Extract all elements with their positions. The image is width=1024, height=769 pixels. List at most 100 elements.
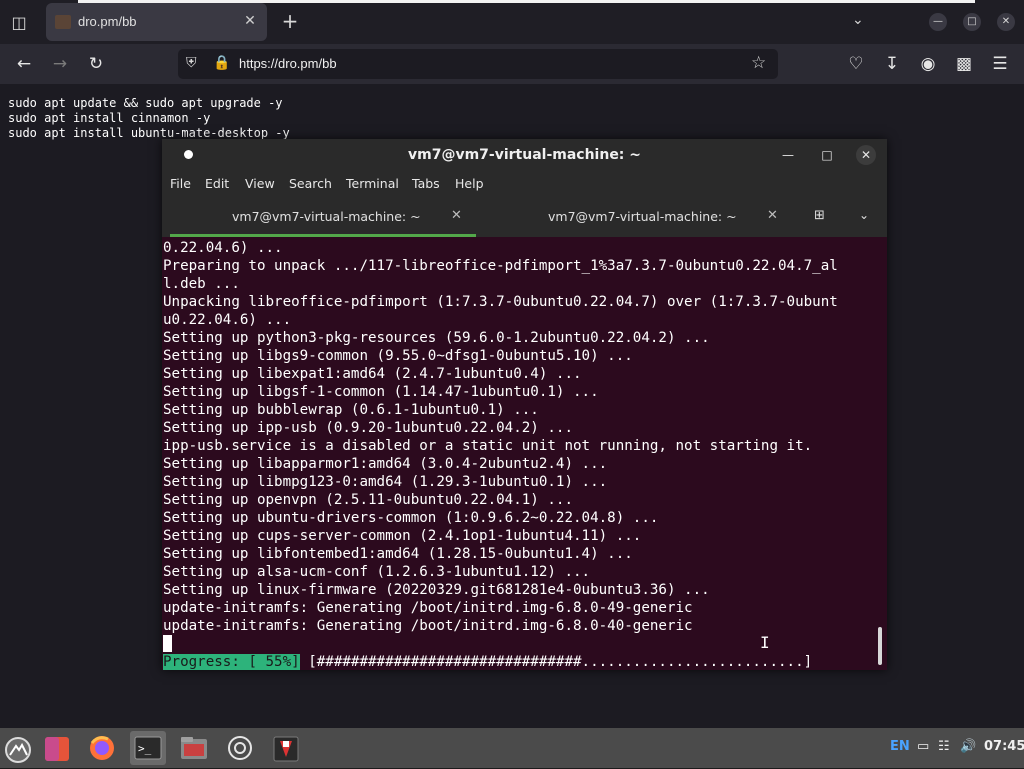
menu-file[interactable]: File — [170, 176, 191, 191]
terminal-icon: >_ — [134, 736, 162, 760]
files-app-button[interactable] — [176, 731, 212, 765]
firefox-icon — [90, 736, 114, 760]
new-tab-plus-icon[interactable]: + — [280, 11, 300, 31]
terminal-line: Setting up libgs9-common (9.55.0~dfsg1-0… — [163, 348, 633, 364]
progress-line: Progress: [ 55%] [######################… — [163, 653, 812, 670]
terminal-line: ipp-usb.service is a disabled or a stati… — [163, 438, 813, 454]
terminal-line: Setting up ubuntu-drivers-common (1:0.9.… — [163, 510, 659, 526]
settings-app-button[interactable] — [222, 731, 258, 765]
menu-tabs[interactable]: Tabs — [412, 176, 440, 191]
forward-arrow-icon[interactable]: → — [49, 54, 71, 74]
menu-icon[interactable]: ☰ — [989, 54, 1011, 74]
terminal-line: update-initramfs: Generating /boot/initr… — [163, 618, 693, 634]
menu-view[interactable]: View — [245, 176, 275, 191]
shield-icon[interactable]: ⛨ — [186, 55, 197, 71]
terminal-line: l.deb ... — [163, 276, 240, 292]
back-arrow-icon[interactable]: ← — [13, 54, 35, 74]
reload-icon[interactable]: ↻ — [85, 54, 107, 74]
files-icon — [181, 737, 207, 759]
command-line: sudo apt update && sudo apt upgrade -y — [8, 96, 283, 110]
terminal-tab-bar: vm7@vm7-virtual-machine: ~ ✕ vm7@vm7-vir… — [162, 197, 887, 237]
terminal-output-area[interactable]: 0.22.04.6) ... Preparing to unpack .../11… — [162, 237, 887, 670]
download-icon[interactable]: ↧ — [881, 54, 903, 74]
terminal-tab-2[interactable]: vm7@vm7-virtual-machine: ~ ✕ — [480, 197, 780, 237]
terminal-window: vm7@vm7-virtual-machine: ~ — □ ✕ File Ed… — [162, 139, 887, 670]
progress-bar: [###############################........… — [299, 654, 813, 670]
terminal-line: update-initramfs: Generating /boot/initr… — [163, 600, 693, 616]
browser-nav-bar: ← → ↻ ⛨ 🔒 https://dro.pm/bb ☆ ♡ ↧ ◉ ▩ ☰ — [0, 44, 1024, 84]
lock-icon[interactable]: 🔒 — [213, 55, 230, 71]
tab-title: dro.pm/bb — [78, 14, 137, 29]
command-list: sudo apt update && sudo apt upgrade -y su… — [8, 96, 290, 141]
terminal-line: Setting up libmpg123-0:amd64 (1.29.3-1ub… — [163, 474, 608, 490]
text-cursor — [163, 635, 172, 652]
extensions-icon[interactable]: ▩ — [953, 54, 975, 74]
maximize-icon[interactable]: □ — [963, 13, 981, 31]
scrollbar-thumb[interactable] — [878, 627, 882, 665]
star-icon[interactable]: ☆ — [751, 53, 766, 73]
menu-terminal[interactable]: Terminal — [346, 176, 399, 191]
start-menu-button[interactable] — [0, 731, 36, 765]
menu-icon — [5, 737, 31, 763]
close-tab-icon[interactable]: ✕ — [767, 208, 778, 223]
terminal-line: 0.22.04.6) ... — [163, 240, 283, 256]
terminal-line: Setting up libapparmor1:amd64 (3.0.4-2ub… — [163, 456, 608, 472]
clock[interactable]: 07:45 — [984, 739, 1024, 754]
chevron-down-icon[interactable]: ⌄ — [852, 12, 864, 28]
mate-icon — [45, 737, 69, 761]
volume-icon[interactable]: 🔊 — [960, 739, 976, 754]
terminal-line: Setting up bubblewrap (0.6.1-1ubuntu0.1)… — [163, 402, 539, 418]
keyboard-layout[interactable]: EN — [890, 739, 910, 754]
tab-list-icon[interactable]: ◫ — [8, 12, 30, 34]
display-icon[interactable]: ▭ — [917, 739, 929, 754]
terminal-menubar: File Edit View Search Terminal Tabs Help — [162, 171, 887, 197]
firefox-button[interactable] — [84, 731, 120, 765]
site-favicon-icon — [55, 15, 71, 29]
terminal-app-button[interactable]: >_ — [130, 731, 166, 765]
chevron-down-icon[interactable]: ⌄ — [859, 208, 869, 222]
progress-label: Progress: [ 55%] — [163, 654, 300, 670]
browser-tab-bar: ◫ dro.pm/bb ✕ + ⌄ — □ ✕ — [0, 0, 1024, 44]
close-icon[interactable]: ✕ — [997, 13, 1015, 31]
terminal-line: Unpacking libreoffice-pdfimport (1:7.3.7… — [163, 294, 838, 310]
settings-icon — [228, 736, 252, 760]
terminal-line: Setting up libgsf-1-common (1.14.47-1ubu… — [163, 384, 599, 400]
editor-icon — [273, 736, 299, 762]
account-icon[interactable]: ◉ — [917, 54, 939, 74]
terminal-tab-label: vm7@vm7-virtual-machine: ~ — [232, 209, 421, 224]
terminal-tab-1[interactable]: vm7@vm7-virtual-machine: ~ ✕ — [162, 197, 480, 237]
terminal-line: Setting up cups-server-common (2.4.1op1-… — [163, 528, 642, 544]
pocket-icon[interactable]: ♡ — [845, 54, 867, 74]
terminal-line: Setting up openvpn (2.5.11-0ubuntu0.22.0… — [163, 492, 573, 508]
ibeam-cursor-icon: I — [760, 633, 770, 652]
terminal-titlebar[interactable]: vm7@vm7-virtual-machine: ~ — □ ✕ — [162, 139, 887, 171]
new-tab-icon[interactable]: ⊞ — [814, 208, 825, 223]
network-icon[interactable]: ☷ — [938, 739, 950, 754]
minimize-icon[interactable]: — — [929, 13, 947, 31]
terminal-tab-label: vm7@vm7-virtual-machine: ~ — [548, 209, 737, 224]
url-bar[interactable]: ⛨ 🔒 https://dro.pm/bb ☆ — [178, 49, 778, 79]
editor-app-button[interactable] — [268, 731, 304, 765]
maximize-icon[interactable]: □ — [817, 145, 837, 165]
terminal-line: Setting up ipp-usb (0.9.20-1ubuntu0.22.0… — [163, 420, 573, 436]
url-text[interactable]: https://dro.pm/bb — [239, 56, 337, 71]
terminal-line: Setting up libexpat1:amd64 (2.4.7-1ubunt… — [163, 366, 582, 382]
mate-app-button[interactable] — [39, 731, 75, 765]
menu-edit[interactable]: Edit — [205, 176, 229, 191]
close-tab-icon[interactable]: ✕ — [451, 208, 462, 223]
browser-tab[interactable]: dro.pm/bb ✕ — [46, 3, 267, 41]
command-line: sudo apt install cinnamon -y — [8, 111, 211, 125]
terminal-line: Preparing to unpack .../117-libreoffice-… — [163, 258, 838, 274]
terminal-line: Setting up libfontembed1:amd64 (1.28.15-… — [163, 546, 633, 562]
minimize-icon[interactable]: — — [778, 145, 798, 165]
menu-help[interactable]: Help — [455, 176, 484, 191]
close-icon[interactable]: ✕ — [856, 145, 876, 165]
close-tab-icon[interactable]: ✕ — [241, 12, 259, 30]
terminal-line: u0.22.04.6) ... — [163, 312, 292, 328]
menu-search[interactable]: Search — [289, 176, 332, 191]
svg-text:>_: >_ — [138, 742, 152, 755]
terminal-line: Setting up alsa-ucm-conf (1.2.6.3-1ubunt… — [163, 564, 591, 580]
terminal-line: Setting up linux-firmware (20220329.git6… — [163, 582, 710, 598]
terminal-output: 0.22.04.6) ... Preparing to unpack .../11… — [163, 239, 838, 635]
taskbar: >_ EN ▭ ☷ 🔊 07:45 — [0, 728, 1024, 768]
